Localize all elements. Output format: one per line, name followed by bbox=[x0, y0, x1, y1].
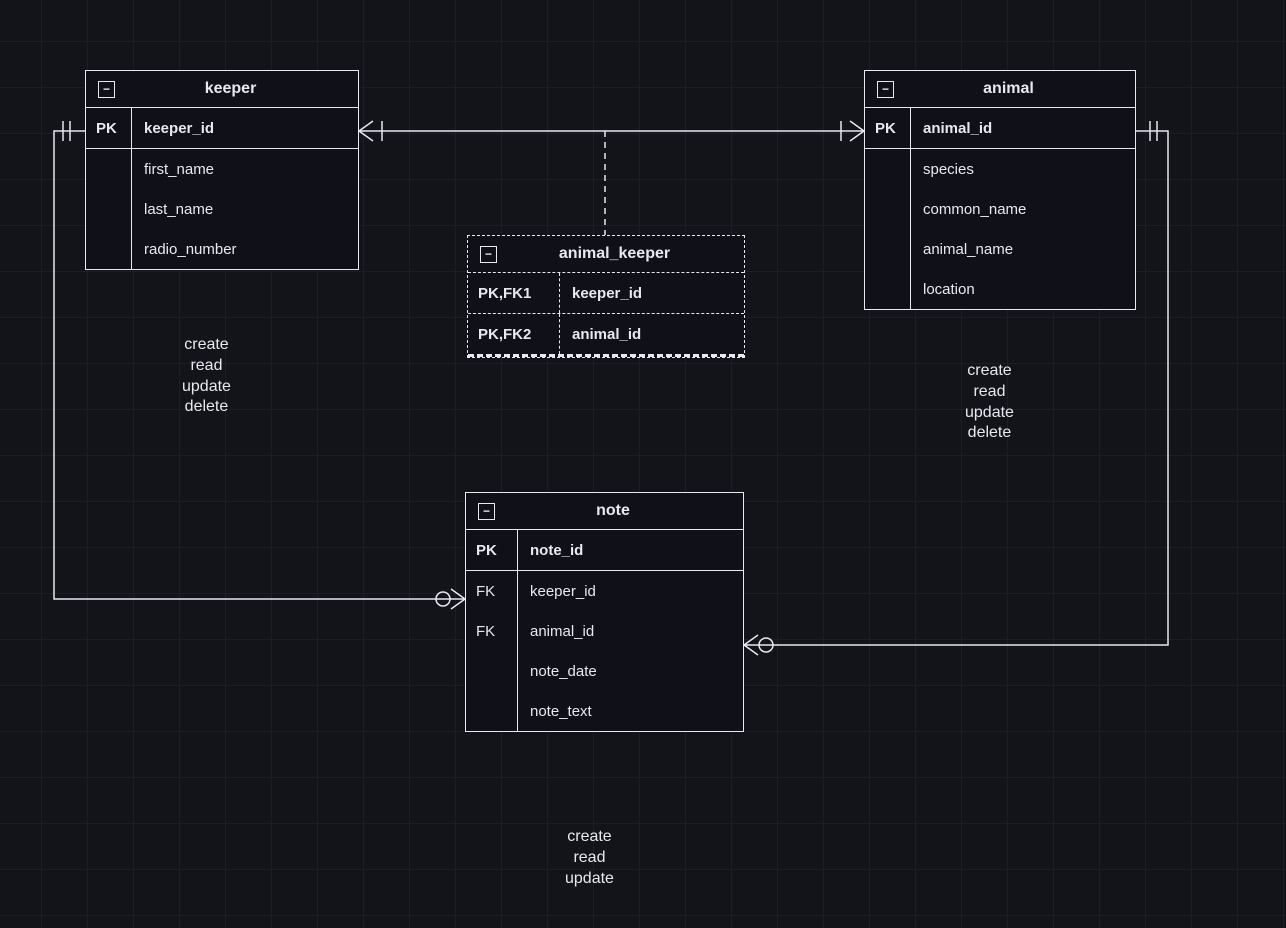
pk-field: note_id bbox=[518, 530, 743, 570]
entity-animal[interactable]: − animal PK animal_id species common_nam… bbox=[864, 70, 1136, 310]
key-field: keeper_id bbox=[560, 273, 744, 313]
attr-row: note_date bbox=[466, 651, 743, 691]
key-row: PK,FK2 animal_id bbox=[468, 314, 744, 357]
key-cell bbox=[86, 229, 132, 269]
key-label: PK,FK2 bbox=[468, 314, 560, 354]
crud-op: read bbox=[965, 382, 1014, 403]
key-field: animal_id bbox=[560, 314, 744, 354]
attr-field: animal_name bbox=[911, 229, 1135, 269]
entity-title: animal bbox=[894, 80, 1123, 98]
attr-field: species bbox=[911, 149, 1135, 189]
attr-row: radio_number bbox=[86, 229, 358, 269]
collapse-icon[interactable]: − bbox=[98, 81, 115, 98]
key-cell bbox=[86, 149, 132, 189]
fk-row: FK animal_id bbox=[466, 611, 743, 651]
entity-title: animal_keeper bbox=[497, 245, 732, 263]
field: note_text bbox=[518, 691, 743, 731]
entity-title: keeper bbox=[115, 80, 346, 98]
minus-glyph: − bbox=[103, 83, 110, 95]
attr-row: animal_name bbox=[865, 229, 1135, 269]
crud-op: read bbox=[565, 848, 614, 869]
minus-glyph: − bbox=[483, 505, 490, 517]
crud-op: create bbox=[965, 361, 1014, 382]
crud-animal: create read update delete bbox=[965, 361, 1014, 444]
attr-field: location bbox=[911, 269, 1135, 309]
collapse-icon[interactable]: − bbox=[877, 81, 894, 98]
attr-row: species bbox=[865, 149, 1135, 189]
attr-row: note_text bbox=[466, 691, 743, 731]
key-cell bbox=[865, 229, 911, 269]
attr-row: last_name bbox=[86, 189, 358, 229]
pk-label: PK bbox=[466, 530, 518, 570]
fk-row: FK keeper_id bbox=[466, 571, 743, 611]
entity-title: note bbox=[495, 502, 731, 520]
field: keeper_id bbox=[518, 571, 743, 611]
pk-field: keeper_id bbox=[132, 108, 358, 148]
crud-op: create bbox=[565, 827, 614, 848]
minus-glyph: − bbox=[485, 248, 492, 260]
attr-row: first_name bbox=[86, 149, 358, 189]
crud-op: update bbox=[565, 869, 614, 890]
attr-row: common_name bbox=[865, 189, 1135, 229]
entity-header: − animal_keeper bbox=[468, 236, 744, 273]
collapse-icon[interactable]: − bbox=[480, 246, 497, 263]
attr-field: first_name bbox=[132, 149, 358, 189]
key-label: FK bbox=[466, 571, 518, 611]
key-cell bbox=[466, 691, 518, 731]
entity-header: − note bbox=[466, 493, 743, 530]
crud-op: delete bbox=[965, 423, 1014, 444]
crud-op: update bbox=[182, 377, 231, 398]
key-row: PK,FK1 keeper_id bbox=[468, 273, 744, 314]
pk-row: PK keeper_id bbox=[86, 108, 358, 149]
crud-op: create bbox=[182, 335, 231, 356]
entity-keeper[interactable]: − keeper PK keeper_id first_name last_na… bbox=[85, 70, 359, 270]
pk-label: PK bbox=[865, 108, 911, 148]
key-cell bbox=[865, 149, 911, 189]
crud-op: read bbox=[182, 356, 231, 377]
entity-note[interactable]: − note PK note_id FK keeper_id FK animal… bbox=[465, 492, 744, 732]
crud-note: create read update bbox=[565, 827, 614, 889]
key-cell bbox=[865, 269, 911, 309]
pk-field: animal_id bbox=[911, 108, 1135, 148]
collapse-icon[interactable]: − bbox=[478, 503, 495, 520]
pk-label: PK bbox=[86, 108, 132, 148]
key-label: FK bbox=[466, 611, 518, 651]
attr-field: radio_number bbox=[132, 229, 358, 269]
pk-row: PK animal_id bbox=[865, 108, 1135, 149]
entity-animal-keeper[interactable]: − animal_keeper PK,FK1 keeper_id PK,FK2 … bbox=[467, 235, 745, 358]
key-label: PK,FK1 bbox=[468, 273, 560, 313]
pk-row: PK note_id bbox=[466, 530, 743, 571]
crud-op: update bbox=[965, 403, 1014, 424]
field: animal_id bbox=[518, 611, 743, 651]
attr-row: location bbox=[865, 269, 1135, 309]
entity-header: − animal bbox=[865, 71, 1135, 108]
minus-glyph: − bbox=[882, 83, 889, 95]
field: note_date bbox=[518, 651, 743, 691]
attr-field: common_name bbox=[911, 189, 1135, 229]
crud-keeper: create read update delete bbox=[182, 335, 231, 418]
key-cell bbox=[466, 651, 518, 691]
entity-header: − keeper bbox=[86, 71, 358, 108]
crud-op: delete bbox=[182, 397, 231, 418]
attr-field: last_name bbox=[132, 189, 358, 229]
key-cell bbox=[86, 189, 132, 229]
key-cell bbox=[865, 189, 911, 229]
